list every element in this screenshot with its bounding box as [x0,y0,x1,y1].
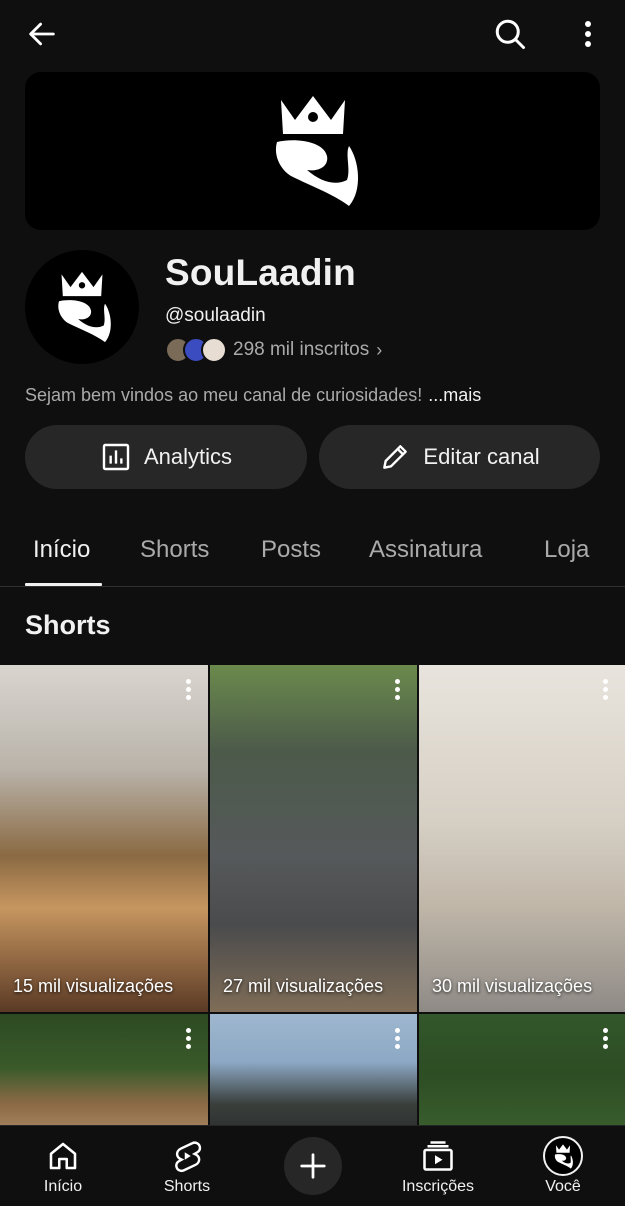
channel-banner[interactable] [25,72,600,230]
search-icon[interactable] [490,14,530,54]
nav-label: Você [545,1178,581,1195]
short-thumbnail[interactable]: 15 mil visualizações [0,665,208,1012]
create-plus-icon [284,1137,342,1195]
nav-inicio[interactable]: Início [18,1126,108,1206]
short-thumbnail[interactable] [0,1014,208,1134]
description-text: Sejam bem vindos ao meu canal de curiosi… [25,385,423,405]
analytics-label: Analytics [143,444,233,469]
subscriber-avatars [165,337,227,363]
tab-posts[interactable]: Posts [261,536,321,564]
section-title: Shorts [25,610,111,640]
tab-inicio[interactable]: Início [33,536,90,564]
channel-description[interactable]: Sejam bem vindos ao meu canal de curiosi… [25,385,481,406]
analytics-button[interactable]: Analytics [25,425,307,489]
edit-channel-label: Editar canal [423,444,540,469]
more-vert-icon[interactable] [603,1028,609,1052]
you-avatar-icon [543,1134,583,1178]
description-more-link[interactable]: ...mais [428,385,481,405]
subscriber-count: 298 mil inscritos [233,339,370,360]
more-vert-icon[interactable] [395,679,401,703]
short-thumbnail[interactable]: 30 mil visualizações [419,665,625,1012]
active-tab-indicator [25,583,102,586]
more-vert-icon[interactable] [186,1028,192,1052]
edit-channel-button[interactable]: Editar canal [319,425,600,489]
more-vert-icon[interactable] [186,679,192,703]
short-views: 15 mil visualizações [13,976,174,996]
channel-name: SouLaadin [165,252,356,293]
more-vert-icon[interactable] [603,679,609,703]
nav-label: Inscrições [401,1178,475,1195]
arrow-left-icon[interactable] [22,14,62,54]
tab-assinatura[interactable]: Assinatura [369,536,482,564]
tab-shorts[interactable]: Shorts [140,536,209,564]
top-app-bar [0,0,625,68]
analytics-icon [102,443,130,471]
bottom-navigation: Início Shorts Inscrições Você [0,1125,625,1206]
nav-label: Início [43,1178,83,1195]
short-views: 27 mil visualizações [223,976,384,996]
tab-loja[interactable]: Loja [544,536,589,564]
channel-logo-icon [58,271,111,343]
more-vert-icon[interactable] [568,14,608,54]
shorts-icon [169,1134,205,1178]
short-thumbnail[interactable] [419,1014,625,1134]
short-views: 30 mil visualizações [432,976,593,996]
subscribers-row[interactable]: 298 mil inscritos › [165,336,382,364]
nav-inscricoes[interactable]: Inscrições [393,1126,483,1206]
nav-voce[interactable]: Você [518,1126,608,1206]
pencil-icon [383,445,408,469]
channel-logo-icon [275,96,358,206]
nav-shorts[interactable]: Shorts [142,1126,232,1206]
short-thumbnail[interactable]: 27 mil visualizações [210,665,417,1012]
short-thumbnail[interactable] [210,1014,417,1134]
home-icon [45,1134,81,1178]
channel-avatar[interactable] [25,250,139,364]
subscriber-avatar [201,337,227,363]
more-vert-icon[interactable] [395,1028,401,1052]
nav-label: Shorts [163,1178,211,1195]
subscriptions-icon [420,1134,456,1178]
you-avatar [543,1136,583,1176]
channel-handle: @soulaadin [165,305,266,326]
nav-create[interactable] [268,1126,358,1206]
channel-tabs: Início Shorts Posts Assinatura Loja [0,515,625,587]
chevron-right-icon: › [376,339,383,360]
